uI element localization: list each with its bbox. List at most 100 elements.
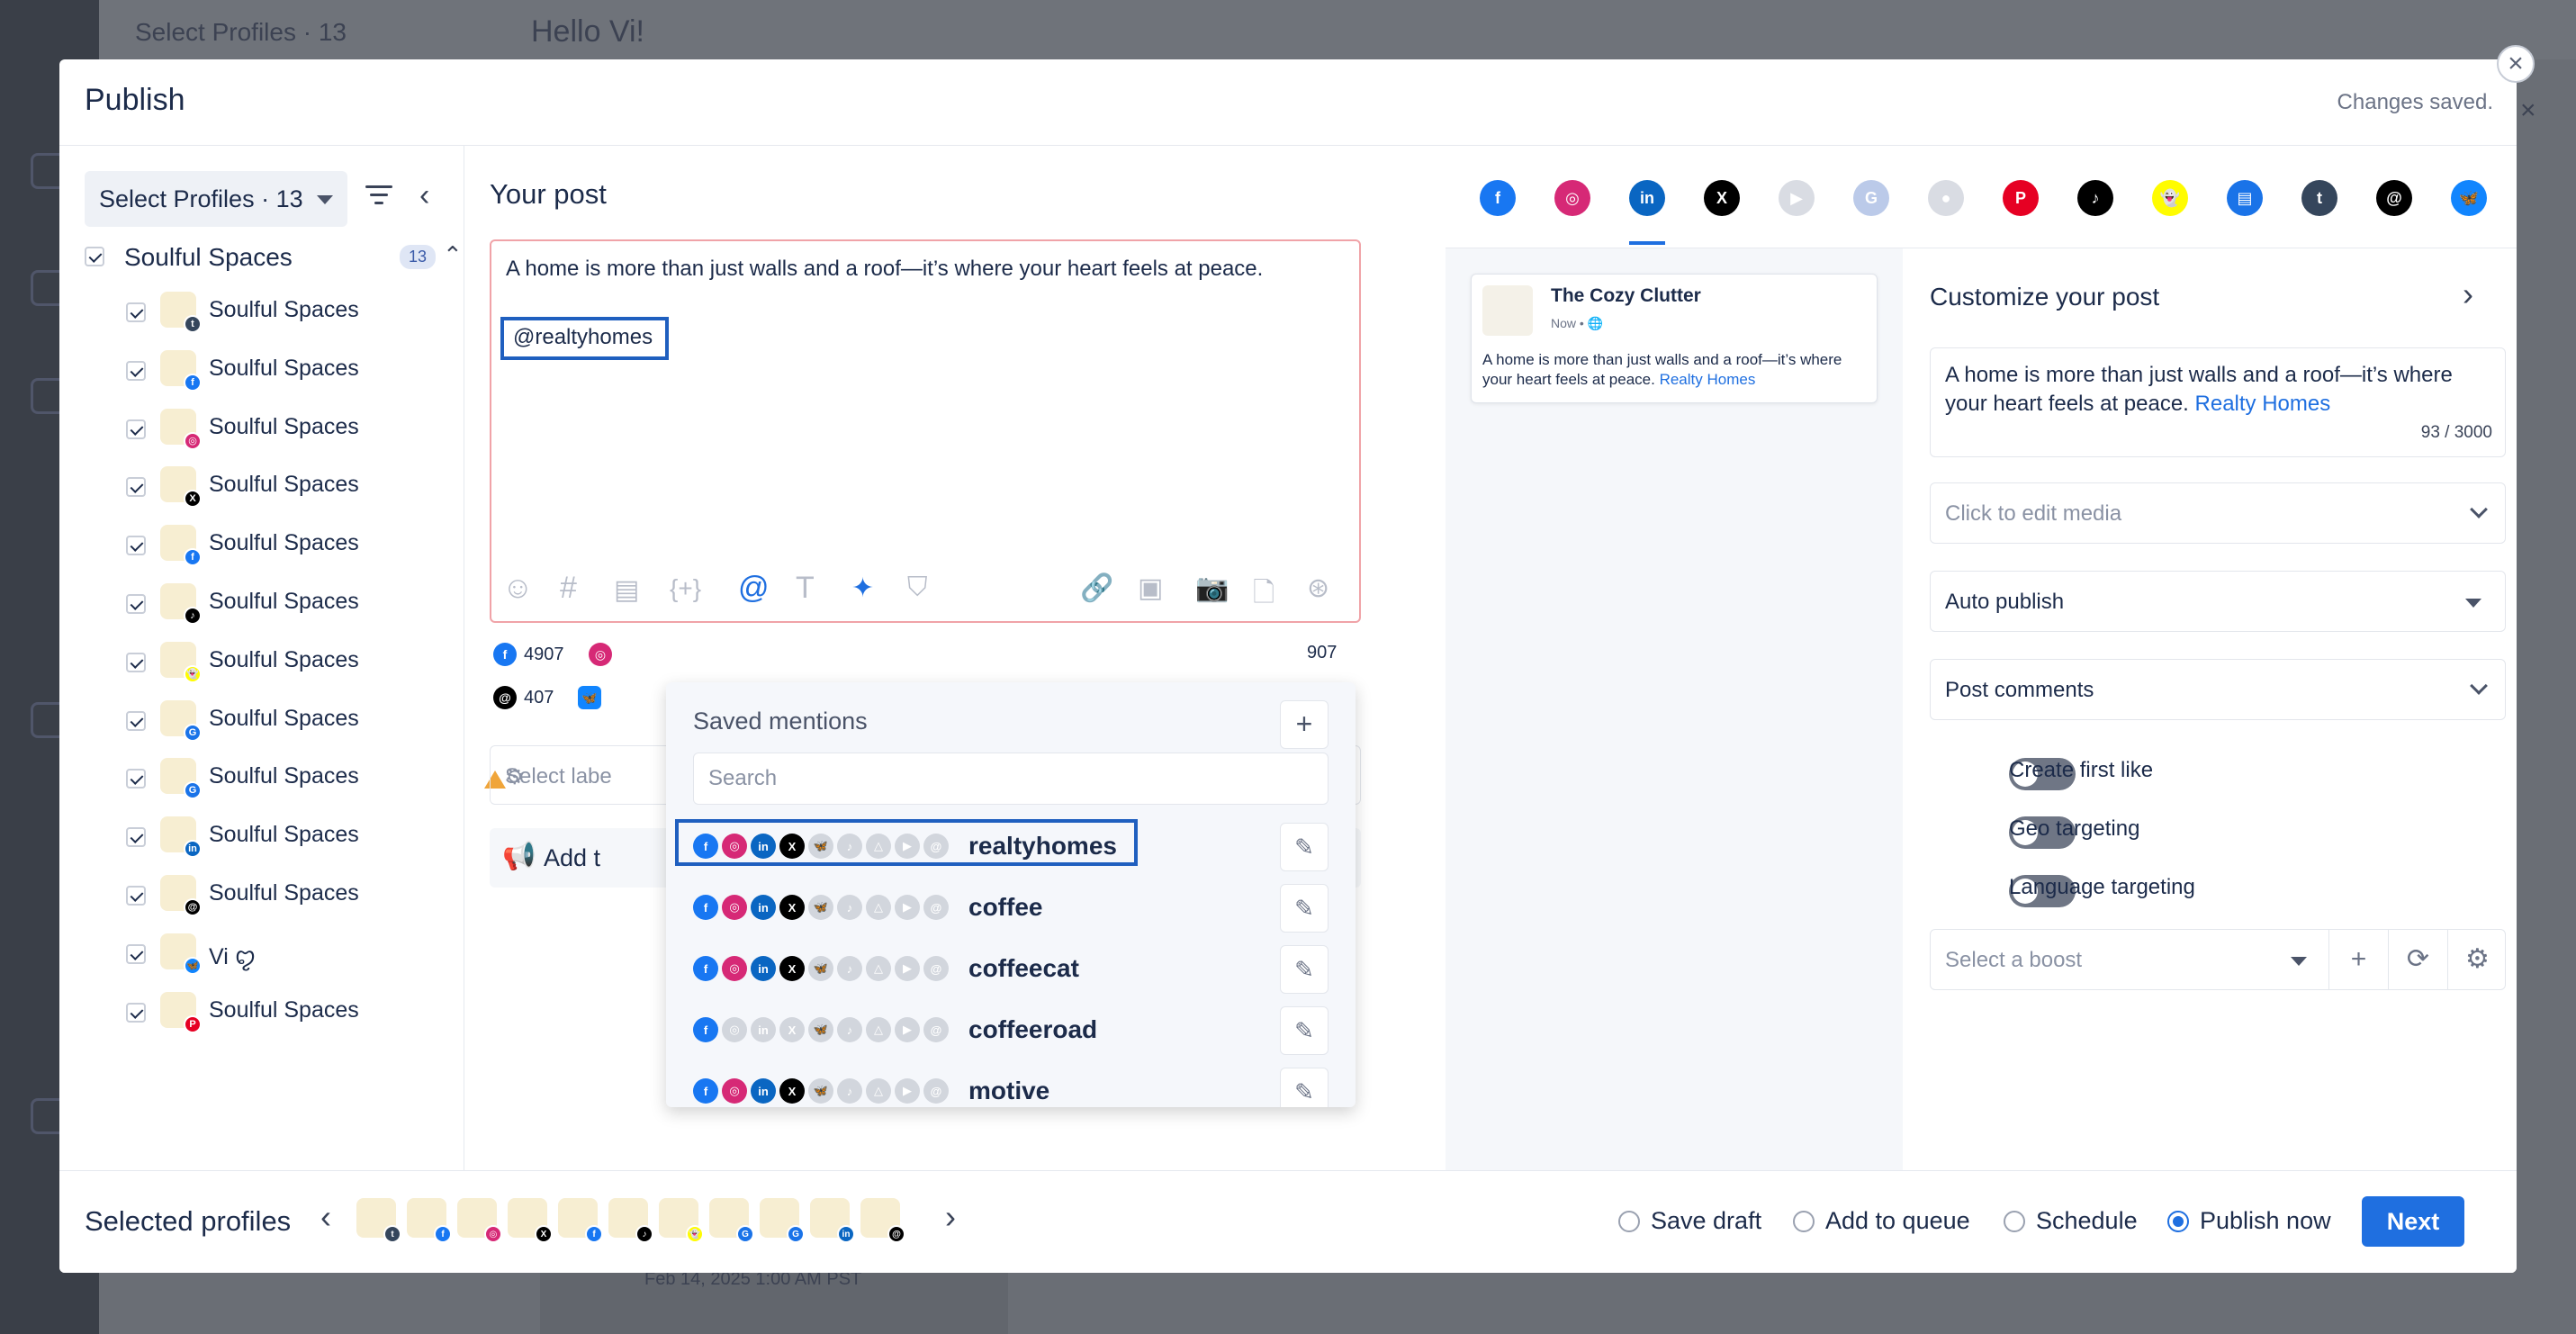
network-tab-reddit-icon[interactable]: ● [1928, 180, 1964, 216]
profile-checkbox[interactable] [126, 302, 146, 322]
profile-checkbox[interactable] [126, 827, 146, 848]
post-comments-dropdown[interactable]: Post comments [1930, 659, 2506, 720]
profile-checkbox[interactable] [126, 885, 146, 906]
network-tab-threads-icon[interactable]: @ [2376, 180, 2412, 216]
link-icon[interactable]: 🔗 [1080, 572, 1113, 604]
publish-mode-select[interactable]: Auto publish [1930, 571, 2506, 632]
network-tab-google-business-icon[interactable]: G [1853, 180, 1889, 216]
next-button[interactable]: Next [2362, 1196, 2464, 1247]
variables-icon[interactable]: {+} [670, 574, 701, 603]
profile-row[interactable]: 👻 Soulful Spaces [126, 635, 459, 693]
edit-pencil-icon[interactable]: ✎ [1280, 945, 1329, 994]
edit-pencil-icon[interactable]: ✎ [1280, 1068, 1329, 1107]
mention-icon[interactable]: @ [738, 571, 770, 606]
mention-item[interactable]: f ◎ in X 🦋 ♪ △ ▶ @ coffee ✎ [666, 879, 1356, 940]
emoji-icon[interactable]: ☺ [502, 571, 534, 606]
text-block-icon[interactable]: ▤ [614, 574, 639, 606]
refresh-icon[interactable]: ⟳ [2388, 930, 2447, 989]
profile-checkbox[interactable] [126, 943, 146, 964]
profile-row[interactable]: f Soulful Spaces [126, 343, 459, 401]
shield-icon[interactable]: ⛉ [907, 572, 928, 603]
selected-profile-avatar[interactable]: t [356, 1198, 401, 1243]
filter-icon[interactable] [365, 185, 392, 207]
network-tab-youtube-icon[interactable]: ▶ [1779, 180, 1815, 216]
radio-button[interactable] [2004, 1210, 2025, 1232]
selected-profile-avatar[interactable]: @ [860, 1198, 905, 1243]
profile-checkbox[interactable] [126, 477, 146, 498]
media-dropdown[interactable]: Click to edit media [1930, 482, 2506, 544]
network-tab-bluesky-icon[interactable]: 🦋 [2451, 180, 2487, 216]
selected-profile-avatar[interactable]: in [810, 1198, 855, 1243]
custom-post-text[interactable]: A home is more than just walls and a roo… [1930, 347, 2506, 457]
network-tab-pinterest-icon[interactable]: P [2003, 180, 2039, 216]
gif-icon[interactable]: ▣ [1138, 572, 1163, 604]
modal-close-icon[interactable]: × [2497, 45, 2535, 83]
edit-pencil-icon[interactable]: ✎ [1280, 823, 1329, 871]
profile-row[interactable]: t Soulful Spaces [126, 284, 459, 343]
profile-row[interactable]: @ Soulful Spaces [126, 868, 459, 926]
profile-row[interactable]: f Soulful Spaces [126, 518, 459, 576]
network-tab-tumblr-icon[interactable]: t [2301, 180, 2337, 216]
custom-post-link[interactable]: Realty Homes [2195, 392, 2331, 416]
selected-profile-avatar[interactable]: G [709, 1198, 754, 1243]
toggle-geo-targeting[interactable]: Geo targeting [1930, 811, 2506, 849]
profile-checkbox[interactable] [126, 652, 146, 672]
network-tab-instagram-icon[interactable]: ◎ [1554, 180, 1590, 216]
toggle-language-targeting[interactable]: Language targeting [1930, 870, 2506, 907]
network-tab-tiktok-icon[interactable]: ♪ [2077, 180, 2113, 216]
profile-checkbox[interactable] [126, 536, 146, 556]
profile-group-row[interactable]: Soulful Spaces 13 ⌃ [85, 239, 463, 275]
toggle-create-first-like[interactable]: Create first like [1930, 753, 2506, 790]
option-add-to-queue[interactable]: Add to queue [1793, 1207, 1970, 1235]
mention-item[interactable]: f ◎ in X 🦋 ♪ △ ▶ @ coffeeroad ✎ [666, 1001, 1356, 1062]
mention-item[interactable]: f ◎ in X 🦋 ♪ △ ▶ @ motive ✎ [666, 1062, 1356, 1107]
network-tab-google-business-2-icon[interactable]: ▤ [2227, 180, 2263, 216]
profile-checkbox[interactable] [126, 419, 146, 439]
mention-item[interactable]: f ◎ in X 🦋 ♪ △ ▶ @ realtyhomes ✎ [666, 817, 1356, 879]
network-tab-x-icon[interactable]: X [1704, 180, 1740, 216]
network-tab-facebook-icon[interactable]: f [1480, 180, 1516, 216]
profile-row[interactable]: P Soulful Spaces [126, 985, 459, 1043]
magic-wand-icon[interactable]: ✦ [851, 572, 874, 604]
edit-pencil-icon[interactable]: ✎ [1280, 884, 1329, 933]
selected-profile-avatar[interactable]: f [407, 1198, 452, 1243]
option-save-draft[interactable]: Save draft [1618, 1207, 1761, 1235]
profile-row[interactable]: in Soulful Spaces [126, 809, 459, 868]
hashtag-icon[interactable]: # [560, 571, 577, 606]
selected-profile-avatar[interactable]: ♪ [608, 1198, 653, 1243]
collapse-panel-icon[interactable]: ‹ [419, 180, 429, 211]
profile-row[interactable]: X Soulful Spaces [126, 459, 459, 518]
radio-button-selected[interactable] [2167, 1210, 2189, 1232]
post-editor[interactable]: A home is more than just walls and a roo… [490, 239, 1361, 623]
profile-row[interactable]: 🦋 Vi ꨄ [126, 926, 459, 985]
selected-profile-avatar[interactable]: 👻 [659, 1198, 704, 1243]
option-publish-now[interactable]: Publish now [2167, 1207, 2331, 1235]
option-schedule[interactable]: Schedule [2004, 1207, 2138, 1235]
profile-checkbox[interactable] [126, 710, 146, 731]
selected-profile-avatar[interactable]: X [508, 1198, 553, 1243]
network-tab-linkedin-icon[interactable]: in [1629, 180, 1665, 216]
profile-row[interactable]: G Soulful Spaces [126, 751, 506, 809]
mention-highlight[interactable]: @realtyhomes [500, 317, 670, 360]
profile-row[interactable]: ◎ Soulful Spaces [126, 401, 459, 460]
chevron-up-icon[interactable]: ⌃ [443, 241, 463, 269]
radio-button[interactable] [1793, 1210, 1815, 1232]
selected-profile-avatar[interactable]: f [558, 1198, 603, 1243]
boost-select[interactable]: Select a boost + ⟳ ⚙ [1930, 929, 2506, 990]
profile-checkbox[interactable] [126, 360, 146, 381]
chevron-right-icon[interactable]: › [945, 1198, 956, 1236]
chevron-right-icon[interactable]: › [2463, 275, 2473, 313]
network-tab-snapchat-icon[interactable]: 👻 [2152, 180, 2188, 216]
profile-checkbox[interactable] [126, 1002, 146, 1023]
gear-icon[interactable]: ⚙ [2447, 930, 2507, 989]
text-format-icon[interactable]: T [796, 571, 815, 606]
profile-checkbox[interactable] [126, 593, 146, 614]
select-profiles-dropdown[interactable]: Select Profiles · 13 [85, 171, 347, 227]
edit-pencil-icon[interactable]: ✎ [1280, 1006, 1329, 1055]
mentions-search-input[interactable]: Search [693, 753, 1329, 805]
post-text[interactable]: A home is more than just walls and a roo… [500, 254, 1263, 360]
profile-row[interactable]: G Soulful Spaces [126, 693, 459, 752]
add-mention-button[interactable]: + [1280, 700, 1329, 749]
profile-row[interactable]: ♪ Soulful Spaces [126, 576, 459, 635]
chevron-left-icon[interactable]: ‹ [320, 1198, 331, 1236]
